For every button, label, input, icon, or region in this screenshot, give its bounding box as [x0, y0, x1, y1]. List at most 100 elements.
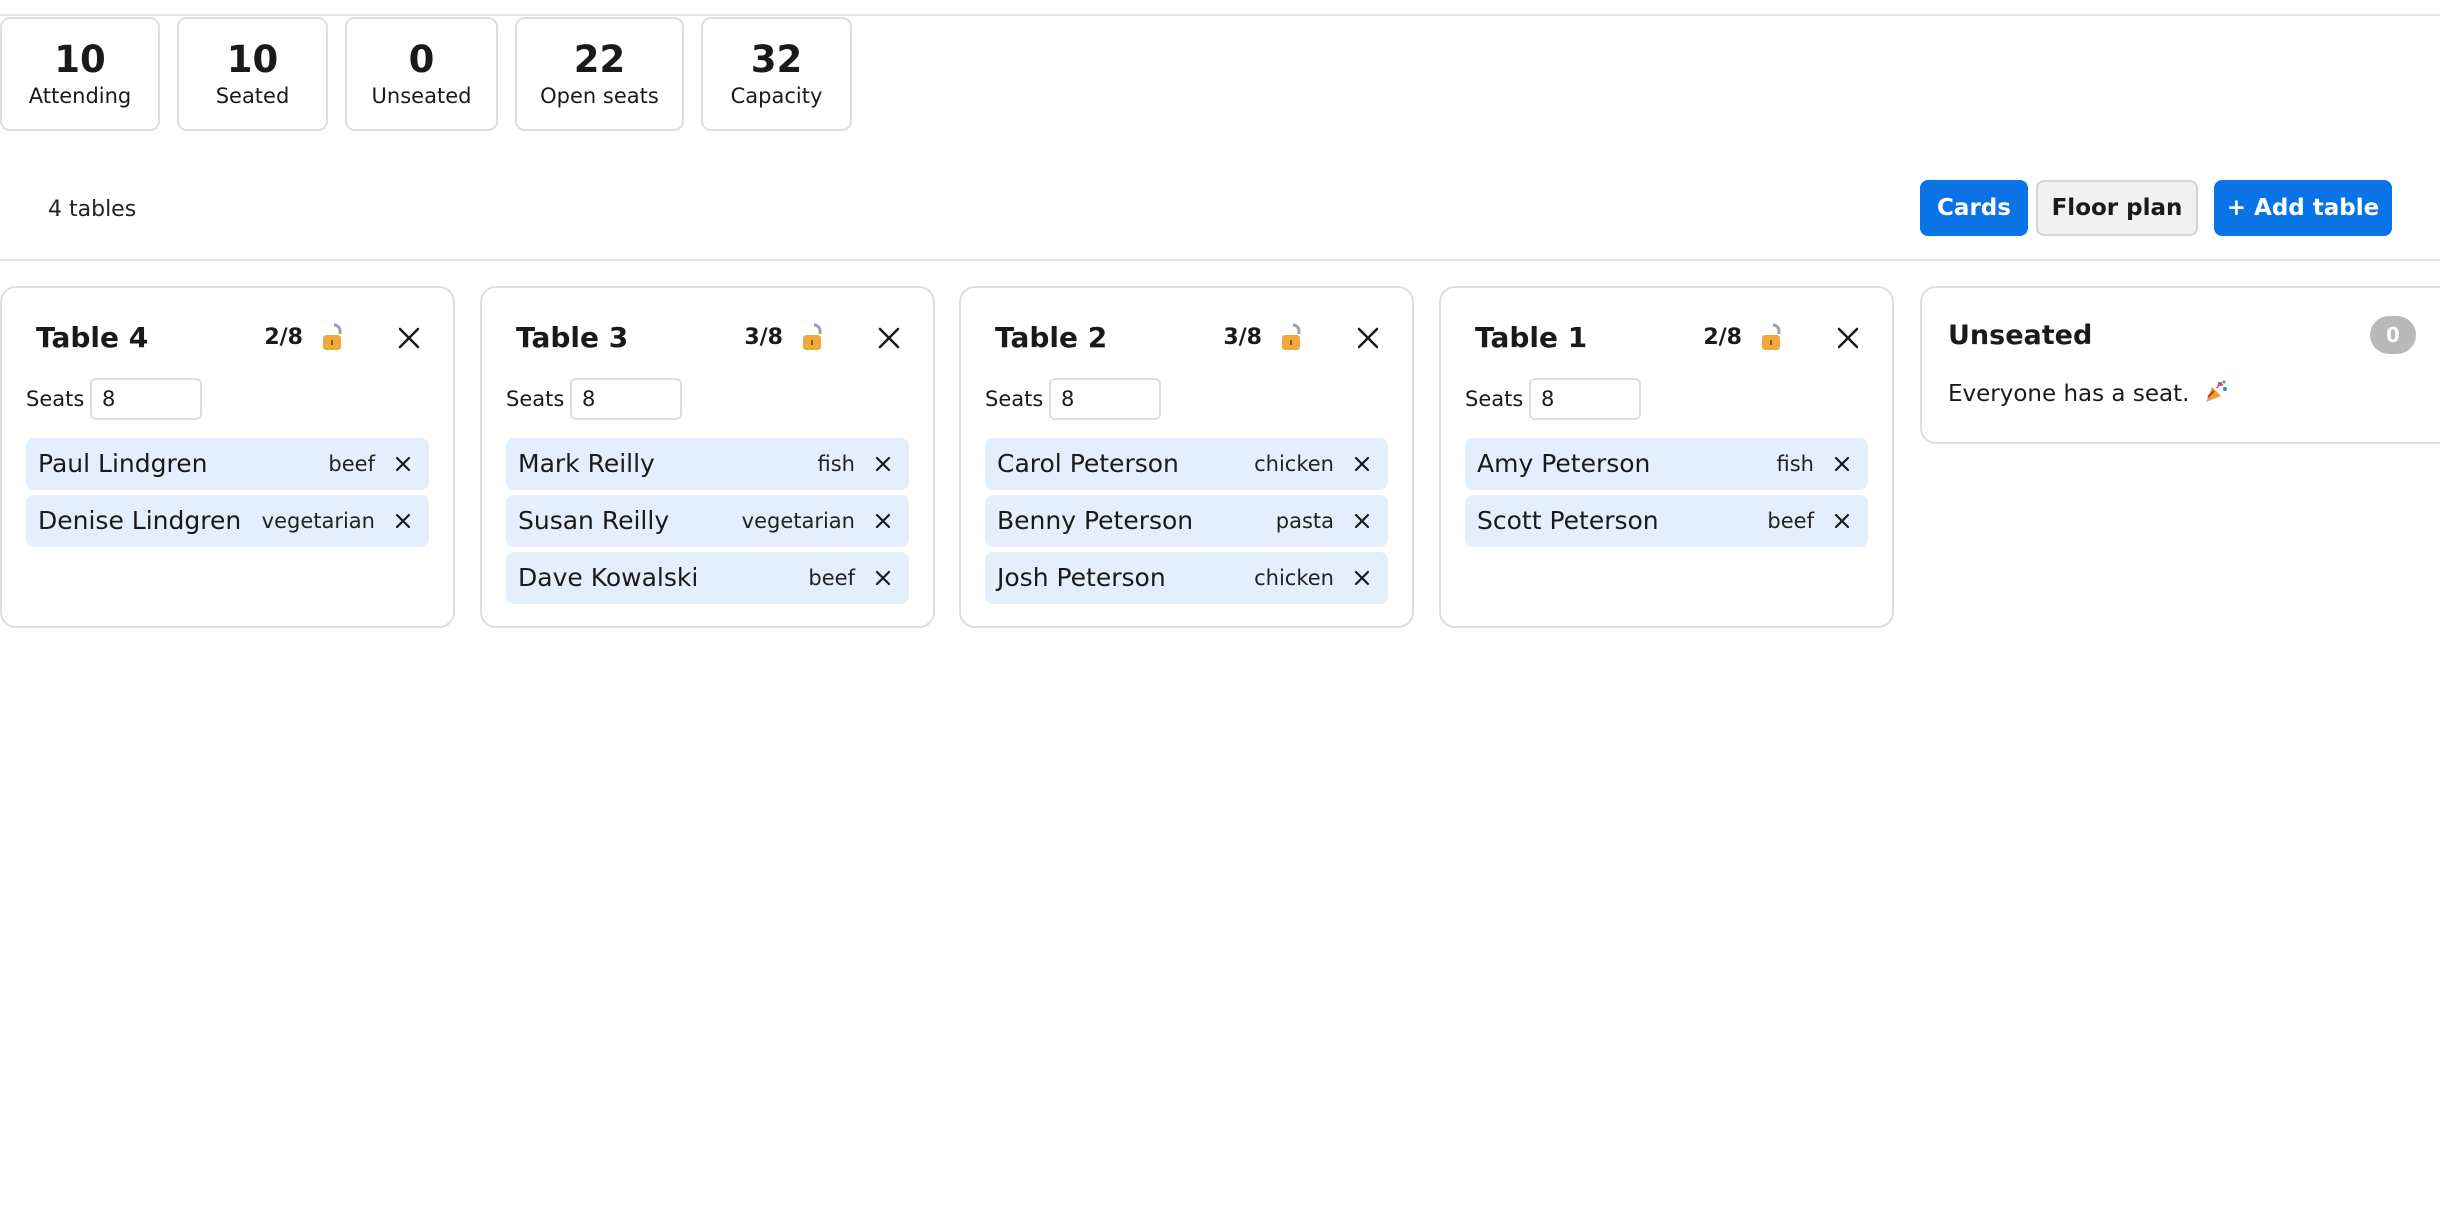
- remove-x-icon[interactable]: [873, 568, 893, 588]
- party-popper-icon: [2205, 380, 2227, 402]
- remove-x-icon[interactable]: [1352, 454, 1372, 474]
- stat-value: 0: [408, 38, 435, 81]
- table-occupancy: 2/8: [264, 325, 303, 350]
- card-header: Table 2 3/8: [995, 318, 1384, 358]
- unseated-panel: Unseated 0 Everyone has a seat.: [1920, 286, 2440, 444]
- guest-name: Dave Kowalski: [518, 563, 699, 592]
- seats-input[interactable]: [1529, 378, 1641, 420]
- remove-x-icon[interactable]: [1832, 511, 1852, 531]
- table-card: Table 3 3/8 Seats Mark Reilly fish Susan…: [480, 286, 935, 628]
- close-icon[interactable]: [393, 322, 425, 354]
- unlocked-padlock-icon[interactable]: [1280, 322, 1306, 354]
- card-header: Table 3 3/8: [516, 318, 905, 358]
- stat-label: Attending: [28, 84, 132, 108]
- guest-name: Denise Lindgren: [38, 506, 242, 535]
- table-card: Table 1 2/8 Seats Amy Peterson fish Scot…: [1439, 286, 1894, 628]
- guest-meal: chicken: [1254, 566, 1334, 590]
- guest-chip[interactable]: Josh Peterson chicken: [985, 552, 1388, 604]
- card-header: Table 1 2/8: [1475, 318, 1864, 358]
- stat-seated: 10 Seated: [177, 17, 328, 131]
- guest-name: Josh Peterson: [997, 563, 1166, 592]
- guest-meal: fish: [817, 452, 855, 476]
- guest-name: Amy Peterson: [1477, 449, 1651, 478]
- unlocked-padlock-icon[interactable]: [321, 322, 347, 354]
- guest-list: Carol Peterson chicken Benny Peterson pa…: [985, 438, 1388, 609]
- floor-plan-view-button[interactable]: Floor plan: [2036, 180, 2198, 236]
- seats-label: Seats: [1465, 387, 1524, 411]
- stat-value: 32: [750, 38, 803, 81]
- toolbar: 4 tables Cards Floor plan + Add table: [0, 180, 2440, 260]
- table-title: Table 2: [995, 321, 1108, 354]
- guest-chip[interactable]: Denise Lindgren vegetarian: [26, 495, 429, 547]
- remove-x-icon[interactable]: [873, 511, 893, 531]
- stat-label: Seated: [215, 84, 290, 108]
- stat-open-seats: 22 Open seats: [515, 17, 684, 131]
- guest-chip[interactable]: Mark Reilly fish: [506, 438, 909, 490]
- table-title: Table 1: [1475, 321, 1588, 354]
- stat-value: 10: [226, 38, 279, 81]
- stat-label: Unseated: [371, 84, 472, 108]
- guest-chip[interactable]: Scott Peterson beef: [1465, 495, 1868, 547]
- guest-name: Benny Peterson: [997, 506, 1194, 535]
- close-icon[interactable]: [1832, 322, 1864, 354]
- cards-view-button[interactable]: Cards: [1920, 180, 2028, 236]
- guest-name: Paul Lindgren: [38, 449, 208, 478]
- card-header: Table 4 2/8: [36, 318, 425, 358]
- table-occupancy: 2/8: [1703, 325, 1742, 350]
- seats-label: Seats: [506, 387, 565, 411]
- unlocked-padlock-icon[interactable]: [1760, 322, 1786, 354]
- guest-meal: beef: [808, 566, 855, 590]
- unlocked-padlock-icon[interactable]: [801, 322, 827, 354]
- section-divider: [0, 259, 2440, 261]
- add-table-button[interactable]: + Add table: [2214, 180, 2392, 236]
- table-count: 4 tables: [48, 197, 137, 222]
- close-icon[interactable]: [873, 322, 905, 354]
- stat-unseated: 0 Unseated: [345, 17, 498, 131]
- guest-list: Amy Peterson fish Scott Peterson beef: [1465, 438, 1868, 552]
- guest-meal: fish: [1776, 452, 1814, 476]
- close-icon[interactable]: [1352, 322, 1384, 354]
- stat-label: Open seats: [540, 84, 659, 108]
- guest-chip[interactable]: Dave Kowalski beef: [506, 552, 909, 604]
- stat-attending: 10 Attending: [0, 17, 160, 131]
- stat-label: Capacity: [730, 84, 823, 108]
- remove-x-icon[interactable]: [1352, 511, 1372, 531]
- guest-meal: vegetarian: [741, 509, 855, 533]
- unseated-message-text: Everyone has a seat.: [1948, 381, 2190, 407]
- table-title: Table 3: [516, 321, 629, 354]
- guest-chip[interactable]: Benny Peterson pasta: [985, 495, 1388, 547]
- remove-x-icon[interactable]: [1352, 568, 1372, 588]
- remove-x-icon[interactable]: [393, 511, 413, 531]
- guest-meal: chicken: [1254, 452, 1334, 476]
- remove-x-icon[interactable]: [873, 454, 893, 474]
- guest-meal: pasta: [1275, 509, 1334, 533]
- guest-meal: vegetarian: [261, 509, 375, 533]
- remove-x-icon[interactable]: [393, 454, 413, 474]
- seats-input[interactable]: [90, 378, 202, 420]
- guest-chip[interactable]: Susan Reilly vegetarian: [506, 495, 909, 547]
- unseated-title: Unseated: [1948, 320, 2093, 351]
- unseated-count-badge: 0: [2370, 316, 2416, 354]
- seats-label: Seats: [985, 387, 1044, 411]
- table-occupancy: 3/8: [1223, 325, 1262, 350]
- seats-input[interactable]: [1049, 378, 1161, 420]
- guest-chip[interactable]: Paul Lindgren beef: [26, 438, 429, 490]
- guest-list: Mark Reilly fish Susan Reilly vegetarian…: [506, 438, 909, 609]
- table-card: Table 2 3/8 Seats Carol Peterson chicken…: [959, 286, 1414, 628]
- unseated-message: Everyone has a seat.: [1948, 378, 2229, 410]
- guest-name: Mark Reilly: [518, 449, 655, 478]
- remove-x-icon[interactable]: [1832, 454, 1852, 474]
- guest-list: Paul Lindgren beef Denise Lindgren veget…: [26, 438, 429, 552]
- guest-meal: beef: [328, 452, 375, 476]
- guest-chip[interactable]: Carol Peterson chicken: [985, 438, 1388, 490]
- stat-value: 22: [573, 38, 626, 81]
- stats-bar: 10 Attending 10 Seated 0 Unseated 22 Ope…: [0, 17, 852, 131]
- table-card: Table 4 2/8 Seats Paul Lindgren beef Den…: [0, 286, 455, 628]
- table-title: Table 4: [36, 321, 149, 354]
- guest-name: Susan Reilly: [518, 506, 670, 535]
- seats-input[interactable]: [570, 378, 682, 420]
- guest-name: Carol Peterson: [997, 449, 1179, 478]
- seats-label: Seats: [26, 387, 85, 411]
- guest-chip[interactable]: Amy Peterson fish: [1465, 438, 1868, 490]
- stat-value: 10: [54, 38, 106, 81]
